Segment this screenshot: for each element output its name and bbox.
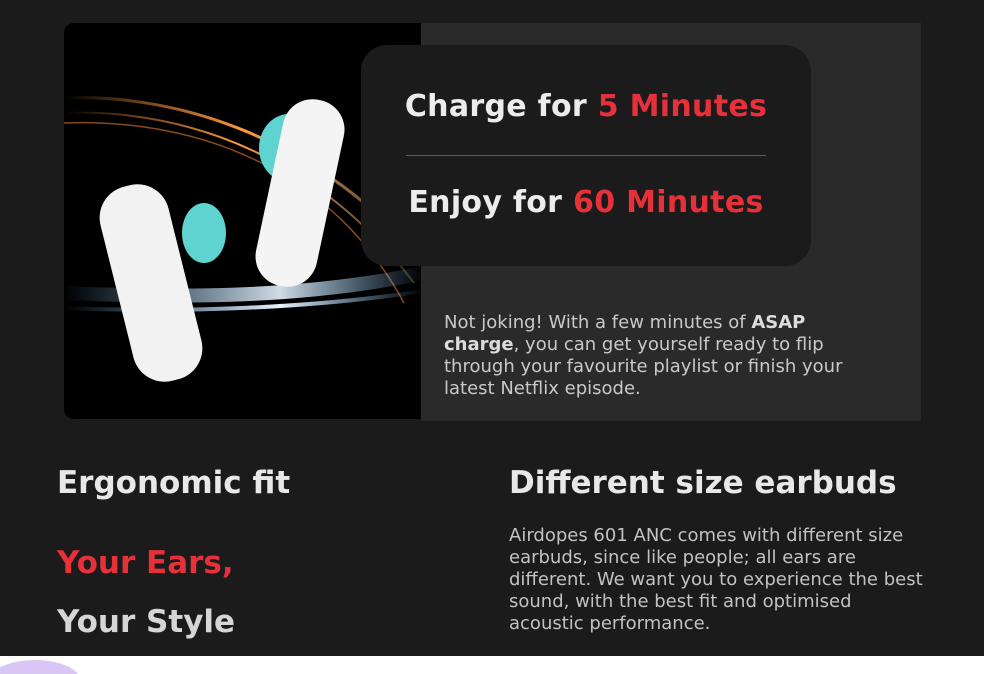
your-style-tagline: Your Style — [57, 604, 236, 640]
playback-prefix: Enjoy for — [408, 185, 574, 220]
charge-prefix: Charge for — [404, 89, 598, 124]
playback-headline: Enjoy for 60 Minutes — [361, 185, 811, 220]
your-ears-tagline: Your Ears, — [57, 545, 234, 581]
description-text: Not joking! With a few minutes of — [444, 312, 752, 333]
playback-duration: 60 Minutes — [573, 185, 764, 220]
divider — [406, 155, 766, 156]
charge-duration: 5 Minutes — [597, 89, 768, 124]
charge-headline: Charge for 5 Minutes — [361, 89, 811, 124]
ergonomic-fit-heading: Ergonomic fit — [57, 465, 291, 501]
earbud-sizes-description: Airdopes 601 ANC comes with different si… — [509, 525, 923, 634]
charge-description: Not joking! With a few minutes of ASAP c… — [444, 312, 884, 400]
fast-charge-card: Charge for 5 Minutes Enjoy for 60 Minute… — [361, 45, 811, 266]
earbud-sizes-heading: Different size earbuds — [509, 465, 897, 501]
decorative-swirl — [0, 660, 80, 674]
next-section-edge — [0, 656, 984, 674]
